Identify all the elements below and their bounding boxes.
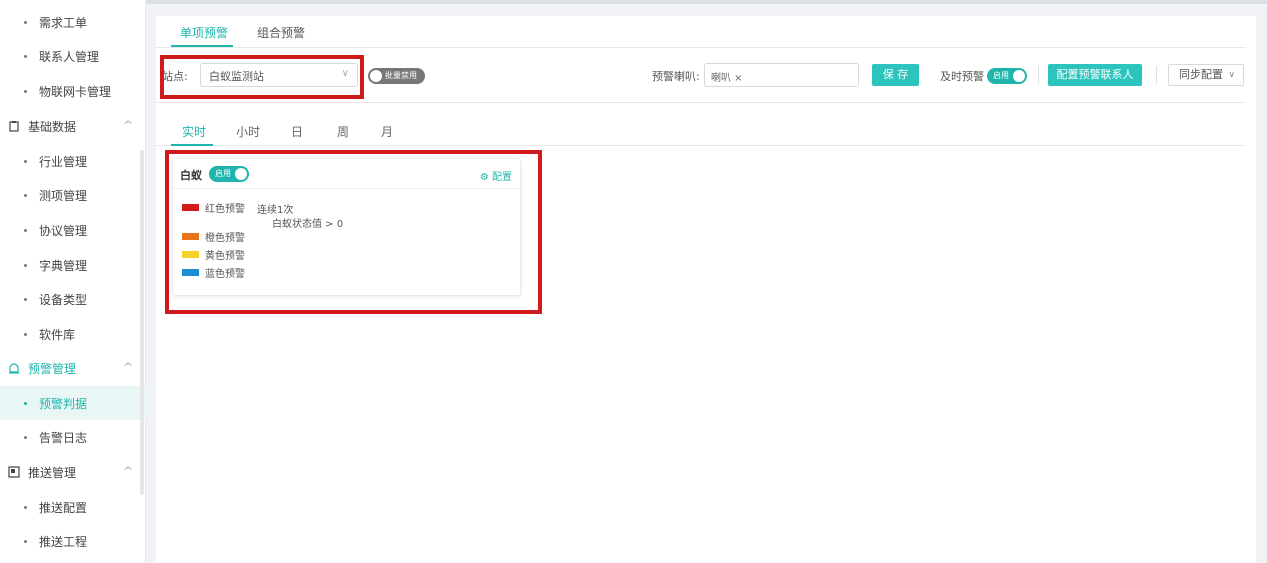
sidebar-item-push-config[interactable]: 推送配置 bbox=[0, 490, 146, 524]
tab-realtime[interactable]: 实时 bbox=[182, 123, 206, 140]
sidebar-item-label: 预警判据 bbox=[39, 396, 88, 411]
tab-combo-alarm[interactable]: 组合预警 bbox=[257, 24, 305, 41]
bullet-icon bbox=[24, 228, 27, 232]
push-icon bbox=[8, 466, 20, 478]
divider bbox=[1156, 66, 1157, 84]
switch-knob bbox=[1013, 70, 1025, 82]
bullet-icon bbox=[24, 435, 27, 439]
sidebar-item-dictionary[interactable]: 字典管理 bbox=[0, 248, 146, 282]
speaker-tag[interactable]: 喇叭 × bbox=[711, 69, 743, 84]
sidebar-item-push-project[interactable]: 推送工程 bbox=[0, 524, 146, 558]
sidebar-item-label: 告警日志 bbox=[39, 430, 88, 445]
sidebar-item-label: 物联网卡管理 bbox=[39, 84, 112, 99]
sidebar-item-industry[interactable]: 行业管理 bbox=[0, 144, 146, 178]
sidebar-item-label: 行业管理 bbox=[39, 154, 88, 169]
bullet-icon bbox=[24, 54, 27, 58]
sidebar-item-iot-card[interactable]: 物联网卡管理 bbox=[0, 74, 146, 108]
tab-week[interactable]: 周 bbox=[337, 123, 349, 140]
sidebar-item-measure[interactable]: 测项管理 bbox=[0, 178, 146, 212]
sync-config-label: 同步配置 bbox=[1179, 68, 1223, 81]
sidebar-item-label: 软件库 bbox=[39, 327, 76, 342]
bullet-icon bbox=[24, 539, 27, 543]
sidebar-item-label: 字典管理 bbox=[39, 258, 88, 273]
sidebar-scrollbar[interactable] bbox=[140, 150, 144, 495]
timely-alarm-label: 及时预警 bbox=[940, 70, 984, 83]
chevron-down-icon: ∨ bbox=[1228, 70, 1235, 80]
sidebar: 需求工单 联系人管理 物联网卡管理 基础数据 ^ 行业管理 测项管理 协议管理 … bbox=[0, 0, 146, 563]
bullet-icon bbox=[24, 297, 27, 301]
top-strip bbox=[146, 0, 1267, 4]
batch-disable-switch[interactable]: 批量禁用 bbox=[368, 68, 425, 84]
bullet-icon bbox=[24, 159, 27, 163]
sidebar-item-software[interactable]: 软件库 bbox=[0, 317, 146, 351]
sidebar-group-push[interactable]: 推送管理 ^ bbox=[0, 455, 146, 489]
tab-ink-bar bbox=[171, 45, 233, 47]
sidebar-item-label: 协议管理 bbox=[39, 223, 88, 238]
sidebar-group-basic-data[interactable]: 基础数据 ^ bbox=[0, 109, 146, 143]
sidebar-item-alarm-criteria[interactable]: 预警判据 bbox=[0, 386, 146, 420]
sidebar-group-alarm[interactable]: 预警管理 ^ bbox=[0, 351, 146, 385]
sidebar-item-label: 设备类型 bbox=[39, 292, 88, 307]
sidebar-group-label: 基础数据 bbox=[28, 119, 77, 134]
sidebar-item-label: 需求工单 bbox=[39, 15, 88, 30]
sidebar-item-protocol[interactable]: 协议管理 bbox=[0, 213, 146, 247]
switch-label: 启用 bbox=[993, 71, 1009, 80]
tab-month[interactable]: 月 bbox=[381, 123, 393, 140]
sidebar-item-label: 推送工程 bbox=[39, 534, 88, 549]
config-contacts-button[interactable]: 配置预警联系人 bbox=[1048, 64, 1142, 86]
sidebar-item-alarm-log[interactable]: 告警日志 bbox=[0, 420, 146, 454]
bullet-icon bbox=[24, 505, 27, 509]
tab-single-alarm[interactable]: 单项预警 bbox=[180, 24, 228, 41]
bullet-icon bbox=[24, 193, 27, 197]
sidebar-item-device-type[interactable]: 设备类型 bbox=[0, 282, 146, 316]
switch-label: 批量禁用 bbox=[385, 71, 417, 80]
sidebar-item-requirement-ticket[interactable]: 需求工单 bbox=[0, 5, 146, 39]
sidebar-item-label: 联系人管理 bbox=[39, 49, 100, 64]
sidebar-item-label: 推送配置 bbox=[39, 500, 88, 515]
clipboard-icon bbox=[9, 121, 19, 132]
tab-day[interactable]: 日 bbox=[291, 123, 303, 140]
timely-alarm-switch[interactable]: 启用 bbox=[987, 68, 1027, 84]
sidebar-item-label: 测项管理 bbox=[39, 188, 88, 203]
sidebar-group-label: 推送管理 bbox=[28, 465, 77, 480]
switch-knob bbox=[370, 70, 382, 82]
tab-hour[interactable]: 小时 bbox=[236, 123, 260, 140]
chevron-up-icon: ^ bbox=[122, 120, 133, 131]
highlight-frame-card bbox=[165, 150, 542, 314]
save-button[interactable]: 保 存 bbox=[872, 64, 919, 86]
alarm-icon bbox=[9, 363, 19, 374]
divider bbox=[1038, 66, 1039, 84]
sidebar-group-label: 预警管理 bbox=[28, 361, 77, 376]
speaker-label: 预警喇叭: bbox=[652, 70, 700, 83]
bullet-icon bbox=[24, 263, 27, 267]
chevron-up-icon: ^ bbox=[122, 466, 133, 477]
sidebar-item-contacts[interactable]: 联系人管理 bbox=[0, 39, 146, 73]
sync-config-dropdown[interactable]: 同步配置 ∨ bbox=[1168, 64, 1244, 86]
bullet-icon bbox=[24, 332, 27, 336]
bullet-icon bbox=[24, 20, 27, 24]
period-tabs: 实时 小时 日 周 月 bbox=[156, 120, 1246, 146]
tab-ink-bar bbox=[171, 144, 213, 146]
speaker-select[interactable]: 喇叭 × bbox=[704, 63, 859, 87]
chevron-up-icon: ^ bbox=[122, 362, 133, 373]
alarm-type-tabs: 单项预警 组合预警 bbox=[156, 16, 1246, 48]
highlight-frame-site bbox=[160, 55, 364, 99]
bullet-icon bbox=[24, 89, 27, 93]
bullet-icon bbox=[24, 401, 27, 405]
